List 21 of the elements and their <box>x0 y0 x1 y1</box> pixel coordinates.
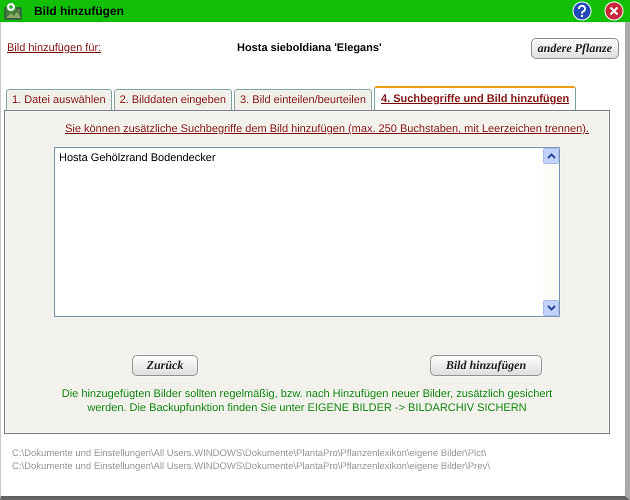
close-icon[interactable] <box>604 1 624 21</box>
folder-path: C:\Dokumente und Einstellungen\All Users.WINDOWS\Dokumente\PlantaPro\Pflanzenlexikon\eigene Bilder\Pict\ <box>12 448 488 459</box>
back-button[interactable]: Zurück <box>132 355 198 376</box>
scrollbar[interactable] <box>543 148 559 316</box>
scroll-down-icon[interactable] <box>543 300 559 316</box>
instruction-text: Sie können zusätzliche Suchbegriffe dem Bild hinzufügen (max. 250 Buchstaben, mit Leerzeichen trennen). <box>65 123 589 135</box>
window-title: Bild hinzufügen <box>33 4 125 18</box>
scroll-up-icon[interactable] <box>543 148 559 164</box>
tab[interactable]: 4. Suchbegriffe und Bild hinzufügen <box>374 86 576 110</box>
other-plant-button[interactable]: andere Pflanze <box>530 38 619 58</box>
plant-name: Hosta sieboldiana 'Elegans' <box>237 42 383 54</box>
backup-note: Die hinzugefügten Bilder sollten regelmäßig, bzw. nach Hinzufügen neuer Bilder, zusätzlich gesichert werden. Die Backupfunktion finden Sie unter EIGENE BILDER -> BILDARCHIV SICHERN <box>60 387 554 415</box>
header-label: Bild hinzufügen für: <box>7 42 102 54</box>
help-icon[interactable] <box>572 1 592 21</box>
tab[interactable]: 1. Datei auswählen <box>6 89 112 110</box>
folder-path: C:\Dokumente und Einstellungen\All Users.WINDOWS\Dokumente\PlantaPro\Pflanzenlexikon\eigene Bilder\Prev\ <box>12 461 491 472</box>
tab[interactable]: 2. Bilddaten eingeben <box>114 89 232 110</box>
add-image-button[interactable]: Bild hinzufügen <box>430 355 542 376</box>
app-icon <box>4 2 22 20</box>
tab[interactable]: 3. Bild einteilen/beurteilen <box>234 89 372 110</box>
keywords-field[interactable]: Hosta Gehölzrand Bodendecker <box>54 147 560 317</box>
